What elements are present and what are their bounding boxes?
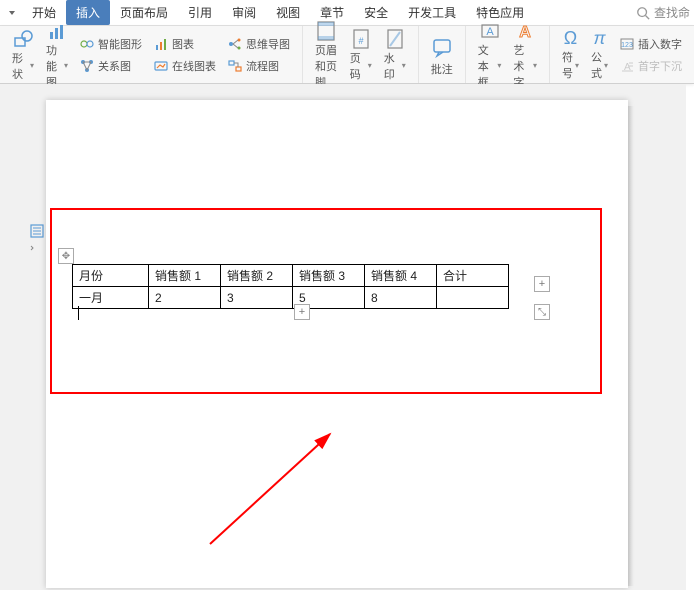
add-row-button[interactable]: + bbox=[294, 304, 310, 320]
menu-insert[interactable]: 插入 bbox=[66, 0, 110, 25]
table-cell[interactable]: 8 bbox=[365, 287, 437, 309]
online-chart-icon bbox=[154, 59, 168, 73]
caret-icon: ▾ bbox=[497, 61, 501, 70]
caret-icon: ▾ bbox=[368, 61, 372, 70]
table-cell[interactable]: 一月 bbox=[73, 287, 149, 309]
textbox-button[interactable]: A 文本框▾ bbox=[472, 28, 508, 82]
caret-icon: ▾ bbox=[604, 61, 608, 70]
svg-text:123: 123 bbox=[621, 42, 633, 49]
menu-page-layout[interactable]: 页面布局 bbox=[110, 0, 178, 25]
document-table[interactable]: 月份 销售额 1 销售额 2 销售额 3 销售额 4 合计 一月 2 3 5 8 bbox=[72, 264, 509, 309]
relation-chart-button[interactable]: 关系图 bbox=[76, 56, 146, 76]
svg-text:A: A bbox=[486, 26, 494, 38]
symbol-button[interactable]: Ω 符号▾ bbox=[556, 28, 585, 82]
caret-icon: ▾ bbox=[533, 61, 537, 70]
caret-icon: ▾ bbox=[30, 61, 34, 70]
header-footer-icon bbox=[315, 20, 337, 42]
chart-icon bbox=[154, 37, 168, 51]
drop-cap-icon: A bbox=[620, 59, 634, 73]
table-move-handle[interactable]: ✥ bbox=[58, 248, 74, 264]
ribbon-group-text: A 文本框▾ A 艺术字▾ bbox=[466, 26, 550, 83]
watermark-button[interactable]: 水印▾ bbox=[378, 28, 412, 82]
caret-icon: ▾ bbox=[64, 61, 68, 70]
flowchart-button[interactable]: 流程图 bbox=[224, 56, 294, 76]
table-cell[interactable]: 3 bbox=[221, 287, 293, 309]
formula-icon: π bbox=[593, 28, 605, 49]
document-page[interactable] bbox=[46, 100, 628, 588]
table-cell[interactable]: 月份 bbox=[73, 265, 149, 287]
ribbon-group-headerfooter: 页眉和页脚 # 页码▾ 水印▾ bbox=[303, 26, 419, 83]
file-menu-dropdown[interactable] bbox=[2, 6, 22, 20]
online-chart-button[interactable]: 在线图表 bbox=[150, 56, 220, 76]
table-cell[interactable]: 销售额 2 bbox=[221, 265, 293, 287]
add-column-button[interactable]: + bbox=[534, 276, 550, 292]
ribbon-group-symbols: Ω 符号▾ π 公式▾ 123插入数字 A首字下沉 bbox=[550, 26, 694, 83]
page-shadow bbox=[628, 106, 634, 586]
smart-graphic-icon bbox=[80, 37, 94, 51]
svg-text:#: # bbox=[358, 36, 363, 46]
table-resize-handle[interactable]: ⤡ bbox=[534, 304, 550, 320]
gutter bbox=[0, 84, 46, 590]
table-row[interactable]: 月份 销售额 1 销售额 2 销售额 3 销售额 4 合计 bbox=[73, 265, 509, 287]
search-placeholder: 查找命 bbox=[654, 4, 690, 21]
ribbon-group-shapes: 形状▾ 功能图▾ 智能图形 关系图 图表 在线图表 思维导图 流程图 bbox=[0, 26, 303, 83]
smart-graphic-button[interactable]: 智能图形 bbox=[76, 34, 146, 54]
menu-security[interactable]: 安全 bbox=[354, 0, 398, 25]
wordart-icon: A bbox=[514, 20, 536, 42]
menu-view[interactable]: 视图 bbox=[266, 0, 310, 25]
relation-chart-icon bbox=[80, 59, 94, 73]
mindmap-button[interactable]: 思维导图 bbox=[224, 34, 294, 54]
header-footer-button[interactable]: 页眉和页脚 bbox=[309, 28, 344, 82]
table-cell[interactable]: 销售额 4 bbox=[365, 265, 437, 287]
annotate-button[interactable]: 批注 bbox=[425, 28, 459, 82]
text-cursor bbox=[78, 306, 79, 320]
chart-button[interactable]: 图表 bbox=[150, 34, 220, 54]
shapes-icon bbox=[12, 28, 34, 50]
symbol-icon: Ω bbox=[564, 28, 577, 49]
insert-number-button[interactable]: 123插入数字 bbox=[616, 34, 686, 54]
menu-references[interactable]: 引用 bbox=[178, 0, 222, 25]
search-icon bbox=[636, 6, 650, 20]
search-box[interactable]: 查找命 bbox=[636, 4, 694, 21]
table-cell[interactable]: 销售额 3 bbox=[293, 265, 365, 287]
outline-toggle-icon[interactable] bbox=[30, 224, 46, 255]
function-chart-button[interactable]: 功能图▾ bbox=[40, 28, 74, 82]
function-chart-icon bbox=[46, 20, 68, 42]
table-row[interactable]: 一月 2 3 5 8 bbox=[73, 287, 509, 309]
ribbon: 形状▾ 功能图▾ 智能图形 关系图 图表 在线图表 思维导图 流程图 页眉和页脚… bbox=[0, 26, 694, 84]
table-cell[interactable]: 销售额 1 bbox=[149, 265, 221, 287]
caret-icon: ▾ bbox=[402, 61, 406, 70]
ribbon-group-annotate: 批注 bbox=[419, 26, 466, 83]
flowchart-icon bbox=[228, 59, 242, 73]
workspace: ✥ 月份 销售额 1 销售额 2 销售额 3 销售额 4 合计 一月 2 3 5… bbox=[0, 84, 686, 590]
table-cell[interactable]: 2 bbox=[149, 287, 221, 309]
insert-number-icon: 123 bbox=[620, 37, 634, 51]
annotate-icon bbox=[431, 36, 453, 58]
table-cell[interactable]: 合计 bbox=[437, 265, 509, 287]
caret-icon: ▾ bbox=[575, 61, 579, 70]
menubar: 开始 插入 页面布局 引用 审阅 视图 章节 安全 开发工具 特色应用 查找命 bbox=[0, 0, 694, 26]
drop-cap-button: A首字下沉 bbox=[616, 56, 686, 76]
menu-devtools[interactable]: 开发工具 bbox=[398, 0, 466, 25]
svg-text:A: A bbox=[519, 24, 531, 41]
table-cell[interactable] bbox=[437, 287, 509, 309]
mindmap-icon bbox=[228, 37, 242, 51]
textbox-icon: A bbox=[479, 20, 501, 42]
wordart-button[interactable]: A 艺术字▾ bbox=[507, 28, 543, 82]
menu-review[interactable]: 审阅 bbox=[222, 0, 266, 25]
formula-button[interactable]: π 公式▾ bbox=[585, 28, 614, 82]
watermark-icon bbox=[384, 28, 406, 50]
page-number-button[interactable]: # 页码▾ bbox=[344, 28, 378, 82]
shapes-button[interactable]: 形状▾ bbox=[6, 28, 40, 82]
page-number-icon: # bbox=[350, 28, 372, 50]
